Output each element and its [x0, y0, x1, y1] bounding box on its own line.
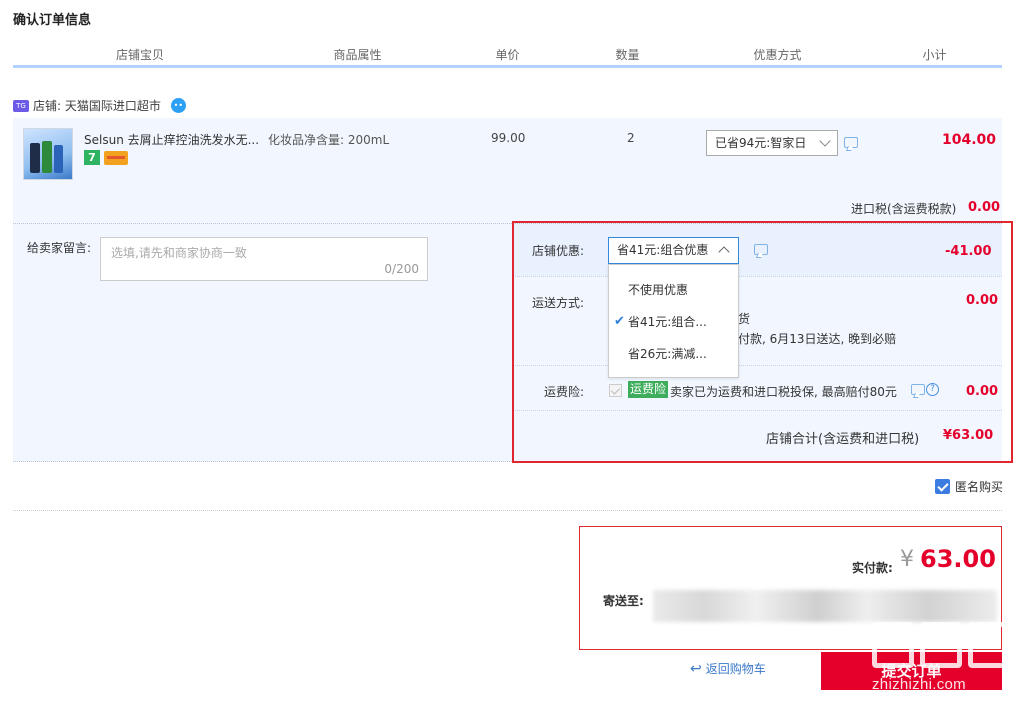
- seller-message-counter: 0/200: [384, 262, 419, 276]
- anonymous-label: 匿名购买: [955, 480, 1004, 494]
- product-attr: 化妆品净含量: 200mL: [268, 133, 390, 147]
- return-arrow-icon: ↩: [690, 660, 702, 677]
- dropdown-option-full-reduction[interactable]: 省26元:满减...: [609, 339, 738, 369]
- shop-discount-amount: -41.00: [945, 244, 992, 259]
- insurance-badge: 运费险: [628, 381, 669, 398]
- shop-name[interactable]: 店铺: 天猫国际进口超市: [33, 97, 161, 114]
- ship-to-label: 寄送至:: [603, 594, 644, 608]
- paid-label: 实付款:: [852, 561, 893, 575]
- shipping-fee: 0.00: [966, 293, 999, 308]
- insurance-text: 卖家已为运费和进口税投保, 最高赔付80元: [670, 385, 897, 399]
- watermark-url: zhizhizhi.com: [872, 676, 966, 693]
- paid-amount: 63.00: [920, 545, 996, 573]
- seller-message-input[interactable]: 选填,请先和商家协商一致 0/200: [100, 237, 428, 281]
- col-header-promo: 优惠方式: [688, 46, 868, 65]
- order-item-row: Selsun 去屑止痒控油洗发水无... 7 化妆品净含量: 200mL 99.…: [13, 118, 1002, 224]
- promo-info-icon[interactable]: [844, 137, 858, 148]
- insurance-fee: 0.00: [966, 384, 999, 399]
- seller-message-label: 给卖家留言:: [27, 241, 92, 255]
- table-header: 店铺宝贝 商品属性 单价 数量 优惠方式 小计: [13, 46, 1002, 68]
- address-redacted: [653, 590, 997, 622]
- shop-total-label: 店铺合计(含运费和进口税): [766, 432, 920, 447]
- shop-line: TG 店铺: 天猫国际进口超市 ••: [13, 97, 186, 114]
- insurance-label: 运费险:: [544, 385, 585, 399]
- card-payment-icon: [104, 151, 128, 165]
- insurance-info-icon[interactable]: [911, 384, 925, 395]
- shop-discount-label: 店铺优惠:: [532, 244, 585, 258]
- anonymous-checkbox[interactable]: [935, 479, 950, 494]
- dropdown-option-label: 省41元:组合...: [628, 315, 707, 329]
- shop-discount-value-text: 省41元:组合优惠: [617, 243, 709, 257]
- checkmark-icon: ✔: [614, 314, 625, 329]
- col-header-subtotal: 小计: [868, 46, 1002, 65]
- divider: [13, 510, 1002, 511]
- shop-summary-panel: 店铺优惠: 省41元:组合优惠 -41.00 运送方式: 货 付款, 6月13日…: [513, 224, 1002, 462]
- item-promo-value: 已省94元:智家日: [715, 136, 807, 150]
- col-header-qty: 数量: [568, 46, 688, 65]
- shipping-label: 运送方式:: [532, 296, 585, 310]
- shipping-method: 货: [738, 312, 751, 326]
- shipping-eta: 付款, 6月13日送达, 晚到必赔: [738, 332, 897, 346]
- product-title[interactable]: Selsun 去屑止痒控油洗发水无...: [84, 131, 259, 148]
- dropdown-option-no-discount[interactable]: 不使用优惠: [609, 275, 738, 305]
- order-details: 给卖家留言: 选填,请先和商家协商一致 0/200 店铺优惠: 省41元:组合优…: [13, 224, 1002, 462]
- discount-info-icon[interactable]: [754, 244, 768, 255]
- wangwang-icon[interactable]: ••: [170, 98, 186, 113]
- seven-day-return-icon: 7: [84, 150, 100, 165]
- product-thumbnail[interactable]: [23, 128, 73, 180]
- col-header-shop: 店铺宝贝: [13, 46, 268, 65]
- item-promo-select[interactable]: 已省94元:智家日: [706, 130, 838, 156]
- insurance-checkbox: [609, 384, 622, 397]
- shop-total-value: ¥63.00: [943, 428, 994, 443]
- tax-label: 进口税(含运费税款): [851, 202, 957, 216]
- dropdown-option-label: 省26元:满减...: [628, 347, 707, 361]
- col-header-price: 单价: [448, 46, 568, 65]
- paid-currency: ¥: [900, 547, 914, 572]
- col-header-attr: 商品属性: [268, 46, 448, 65]
- discount-dropdown-menu: 不使用优惠 ✔ 省41元:组合... 省26元:满减...: [608, 264, 739, 378]
- tax-value: 0.00: [968, 200, 1001, 215]
- anonymous-purchase[interactable]: 匿名购买: [935, 478, 1003, 495]
- back-to-cart-link[interactable]: ↩ 返回购物车: [690, 660, 766, 677]
- quantity: 2: [627, 131, 635, 145]
- back-to-cart-label: 返回购物车: [705, 662, 766, 676]
- unit-price: 99.00: [491, 131, 526, 145]
- watermark-logo: zhizhizhi.com: [870, 620, 1018, 702]
- tmall-global-icon: TG: [13, 99, 29, 112]
- item-subtotal: 104.00: [942, 132, 997, 148]
- page-title: 确认订单信息: [13, 13, 92, 28]
- chevron-down-icon: [819, 135, 831, 147]
- shop-discount-select[interactable]: 省41元:组合优惠: [608, 237, 739, 264]
- dropdown-option-label: 不使用优惠: [628, 283, 689, 297]
- help-icon[interactable]: ?: [926, 383, 939, 396]
- chevron-up-icon: [718, 246, 730, 258]
- dropdown-option-combo[interactable]: ✔ 省41元:组合...: [609, 307, 738, 337]
- seller-message-placeholder: 选填,请先和商家协商一致: [111, 246, 247, 260]
